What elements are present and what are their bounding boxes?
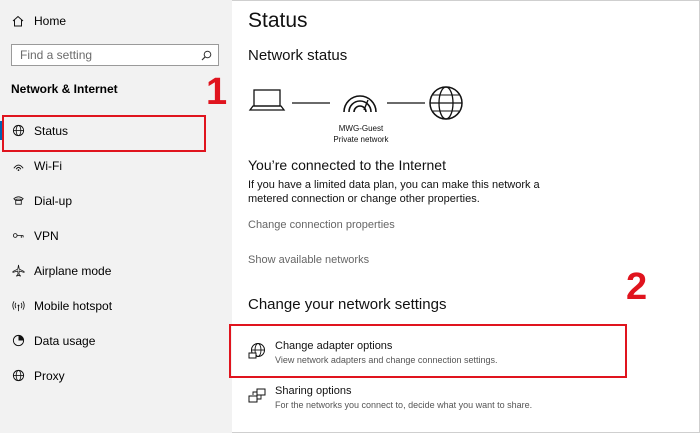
phone-icon [11, 194, 25, 208]
computer-icon [248, 89, 286, 111]
page-title: Status [248, 9, 308, 32]
sidebar-item-mobile-hotspot[interactable]: Mobile hotspot [0, 289, 232, 322]
home-nav-item[interactable]: Home [12, 13, 66, 29]
change-settings-heading: Change your network settings [248, 296, 447, 313]
wifi-icon [11, 159, 25, 173]
home-icon [12, 15, 24, 27]
wifi-network-icon [343, 95, 377, 113]
sidebar-item-label: Wi-Fi [34, 158, 62, 173]
sidebar-item-dialup[interactable]: Dial-up [0, 184, 232, 217]
sidebar-item-label: Airplane mode [34, 263, 112, 278]
network-name: MWG-Guest [338, 124, 384, 133]
network-type: Private network [333, 135, 389, 144]
sharing-icon [248, 388, 266, 403]
connected-description: If you have a limited data plan, you can… [248, 179, 540, 205]
network-diagram: MWG-Guest Private network [248, 86, 478, 148]
connected-heading: You’re connected to the Internet [248, 157, 446, 173]
sidebar-item-label: Data usage [34, 333, 96, 348]
sidebar-item-label: VPN [34, 228, 59, 243]
sharing-options[interactable]: Sharing options For the networks you con… [248, 385, 628, 417]
vpn-icon [11, 229, 25, 243]
sidebar-item-label: Proxy [34, 368, 65, 383]
sidebar-item-proxy[interactable]: Proxy [0, 359, 232, 392]
network-label: MWG-Guest Private network [328, 123, 394, 145]
data-usage-icon [11, 334, 25, 348]
step-marker-1: 1 [206, 71, 228, 113]
sidebar-item-label: Mobile hotspot [34, 298, 113, 313]
network-status-heading: Network status [248, 47, 348, 64]
sidebar-item-airplane-mode[interactable]: Airplane mode [0, 254, 232, 287]
hotspot-icon [11, 299, 25, 313]
airplane-icon [11, 264, 25, 278]
sidebar-item-label: Dial-up [34, 193, 73, 208]
globe-icon [11, 369, 25, 383]
option-title: Sharing options [275, 385, 352, 397]
internet-globe-icon [429, 86, 463, 120]
option-subtitle: For the networks you connect to, decide … [275, 400, 533, 410]
search-input[interactable] [20, 48, 201, 62]
highlight-box-status [2, 115, 206, 152]
sidebar-item-data-usage[interactable]: Data usage [0, 324, 232, 357]
section-title: Network & Internet [11, 82, 118, 96]
step-marker-2: 2 [626, 266, 648, 308]
highlight-box-adapter-options [229, 324, 627, 378]
sidebar-item-wifi[interactable]: Wi-Fi [0, 149, 232, 182]
sidebar-item-vpn[interactable]: VPN [0, 219, 232, 252]
search-box[interactable] [11, 44, 219, 66]
home-label: Home [34, 14, 67, 28]
change-connection-properties-link[interactable]: Change connection properties [248, 219, 395, 231]
sidebar: Home Network & Internet Status Wi-Fi Dia… [0, 0, 232, 433]
show-available-networks-link[interactable]: Show available networks [248, 254, 369, 266]
search-icon[interactable] [201, 50, 212, 61]
